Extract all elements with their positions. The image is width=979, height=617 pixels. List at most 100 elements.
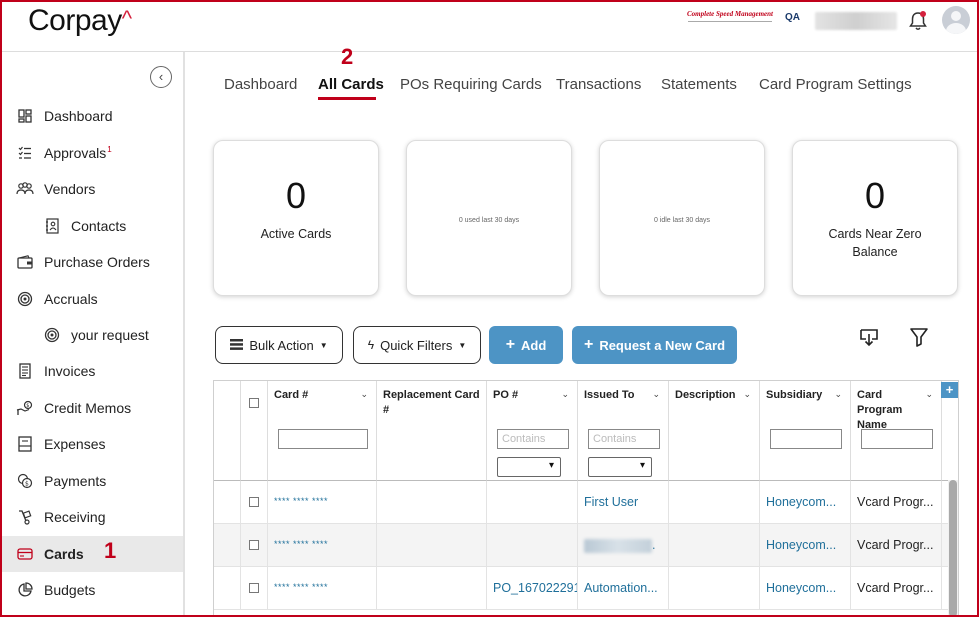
scrollbar-thumb[interactable] [949, 480, 957, 617]
sidebar-item-purchase-orders[interactable]: Purchase Orders [0, 244, 183, 280]
sidebar-item-dashboard[interactable]: Dashboard [0, 98, 183, 134]
card-program-filter-input[interactable] [861, 429, 933, 449]
po-number-cell[interactable] [487, 524, 578, 567]
sidebar-item-your-request[interactable]: your request [0, 317, 183, 353]
column-header-description[interactable]: Description ⌄ [669, 381, 760, 481]
sidebar-item-label: Purchase Orders [44, 254, 150, 270]
issued-to-cell[interactable]: . [578, 524, 669, 567]
quick-filters-label: Quick Filters [380, 337, 453, 353]
chevron-down-icon[interactable]: ⌄ [834, 389, 842, 400]
replacement-card-cell [377, 524, 487, 567]
issued-to-cell[interactable]: First User [578, 481, 669, 524]
card-number-cell[interactable]: **** **** **** [268, 481, 377, 524]
po-number-cell[interactable]: PO_1670222917 [487, 567, 578, 610]
chevron-down-icon[interactable]: ⌄ [925, 389, 933, 400]
card-number-filter-input[interactable] [278, 429, 368, 449]
sidebar-item-label: Contacts [71, 218, 127, 234]
row-checkbox[interactable] [249, 583, 259, 593]
chevron-down-icon[interactable]: ⌄ [652, 389, 660, 400]
sidebar-item-expenses[interactable]: Expenses [0, 426, 183, 462]
stat-card-used[interactable]: 0 used last 30 days [406, 140, 572, 296]
notification-bell-icon[interactable] [908, 10, 928, 32]
sidebar-item-label: Receiving [44, 509, 106, 525]
issued-to-cell[interactable]: Automation... [578, 567, 669, 610]
column-header-card-program-name[interactable]: Card Program Name ⌄ [851, 381, 942, 481]
column-header-issued-to[interactable]: Issued To ⌄ Contains ▾ [578, 381, 669, 481]
caret-down-icon: ▼ [319, 340, 328, 350]
tab-pos-requiring-cards[interactable]: POs Requiring Cards [400, 76, 542, 93]
add-button[interactable]: + Add [489, 326, 563, 364]
sidebar-item-contacts[interactable]: Contacts [0, 208, 183, 244]
table-row[interactable]: **** **** **** PO_1670222917 Automation.… [214, 567, 958, 610]
column-title: Description [675, 389, 736, 401]
coins-icon: $ [16, 472, 34, 490]
stat-card-idle[interactable]: 0 idle last 30 days [599, 140, 765, 296]
people-icon [16, 180, 34, 198]
po-number-filter-input[interactable]: Contains [497, 429, 569, 449]
add-column-button[interactable]: + [941, 382, 958, 398]
sidebar-item-vendors[interactable]: Vendors [0, 171, 183, 207]
export-download-icon[interactable] [858, 326, 880, 348]
tab-all-cards[interactable]: All Cards [318, 76, 384, 93]
po-number-filter-select[interactable]: ▾ [497, 457, 561, 477]
collapse-sidebar-button[interactable]: ‹ [150, 66, 172, 88]
quick-filters-button[interactable]: ϟ Quick Filters ▼ [353, 326, 481, 364]
grid-vertical-scrollbar[interactable] [948, 480, 958, 617]
approvals-count-badge: 1 [107, 145, 112, 154]
sidebar-item-receiving[interactable]: Receiving [0, 499, 183, 535]
table-row[interactable]: **** **** **** . Honeycom... Vcard Progr… [214, 524, 958, 567]
card-number-cell[interactable]: **** **** **** [268, 567, 377, 610]
sidebar-item-label: Dashboard [44, 108, 113, 124]
column-header-po-number[interactable]: PO # ⌄ Contains ▾ [487, 381, 578, 481]
chevron-down-icon[interactable]: ⌄ [743, 389, 751, 400]
lightning-icon: ϟ [367, 338, 375, 352]
subsidiary-cell[interactable]: Honeycom... [760, 481, 851, 524]
table-row[interactable]: **** **** **** First User Honeycom... Vc… [214, 481, 958, 524]
sidebar-item-cards[interactable]: Cards [0, 536, 183, 572]
subsidiary-cell[interactable]: Honeycom... [760, 524, 851, 567]
sidebar-item-label: Vendors [44, 181, 96, 197]
contacts-icon [43, 217, 61, 235]
sidebar-item-budgets[interactable]: Budgets [0, 572, 183, 608]
sidebar-item-approvals[interactable]: Approvals1 [0, 135, 183, 171]
user-avatar[interactable] [942, 6, 970, 34]
chevron-down-icon[interactable]: ⌄ [561, 389, 569, 400]
po-number-cell[interactable] [487, 481, 578, 524]
chevron-down-icon[interactable]: ⌄ [360, 389, 368, 400]
corpay-logo[interactable]: Corpay^ [28, 4, 132, 38]
column-title: Issued To [584, 389, 635, 401]
company-brand-logo: Complete Speed Management [680, 10, 780, 22]
column-title: Replacement Card # [383, 389, 480, 416]
sidebar-item-payments[interactable]: $ Payments [0, 463, 183, 499]
column-header-replacement-card[interactable]: Replacement Card # [377, 381, 487, 481]
sidebar-item-credit-memos[interactable]: $ Credit Memos [0, 390, 183, 426]
subsidiary-cell[interactable]: Honeycom... [760, 567, 851, 610]
column-header-card-number[interactable]: Card # ⌄ [268, 381, 377, 481]
issued-to-filter-input[interactable]: Contains [588, 429, 660, 449]
sidebar-item-accruals[interactable]: Accruals [0, 281, 183, 317]
tab-statements[interactable]: Statements [661, 76, 737, 93]
row-checkbox[interactable] [249, 540, 259, 550]
filter-funnel-icon[interactable] [908, 326, 930, 348]
column-header-subsidiary[interactable]: Subsidiary ⌄ [760, 381, 851, 481]
row-checkbox[interactable] [249, 497, 259, 507]
sidebar-item-label: Credit Memos [44, 400, 132, 416]
user-name-redacted[interactable] [815, 12, 897, 30]
sidebar-item-invoices[interactable]: Invoices [0, 353, 183, 389]
tab-dashboard[interactable]: Dashboard [224, 76, 297, 93]
tab-transactions[interactable]: Transactions [556, 76, 641, 93]
bulk-action-button[interactable]: Bulk Action ▼ [215, 326, 343, 364]
near-zero-count: 0 [864, 175, 886, 216]
request-new-card-button[interactable]: + Request a New Card [572, 326, 737, 364]
column-title: PO # [493, 389, 519, 401]
tab-card-program-settings[interactable]: Card Program Settings [759, 76, 912, 93]
stat-card-active-cards[interactable]: 0 Active Cards [213, 140, 379, 296]
card-number-cell[interactable]: **** **** **** [268, 524, 377, 567]
subsidiary-filter-input[interactable] [770, 429, 842, 449]
issued-to-filter-select[interactable]: ▾ [588, 457, 652, 477]
environment-badge: QA [785, 12, 800, 23]
stat-card-near-zero[interactable]: 0 Cards Near Zero Balance [792, 140, 958, 296]
active-cards-count: 0 [285, 175, 307, 216]
credit-memo-icon: $ [16, 399, 34, 417]
select-all-checkbox[interactable] [249, 398, 259, 408]
